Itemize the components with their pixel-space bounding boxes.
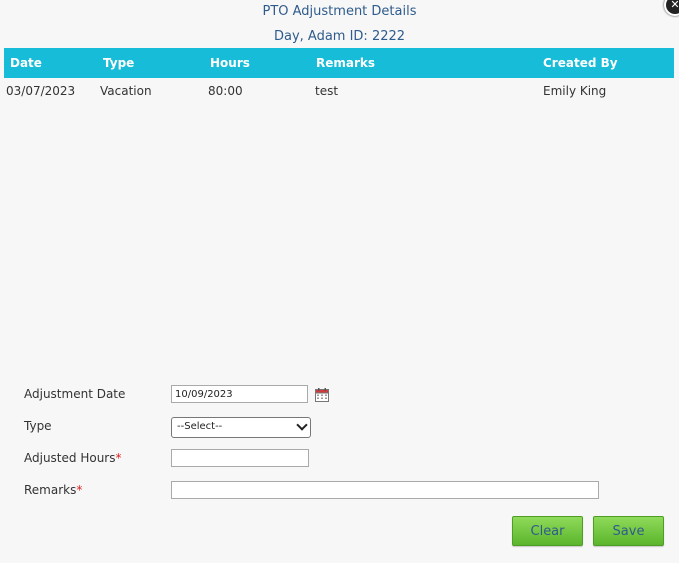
type-select-value: --Select-- [177,421,223,432]
adjustment-date-field[interactable] [171,385,308,403]
required-marker: * [76,483,83,497]
column-header-remarks[interactable]: Remarks [316,56,375,70]
column-header-date[interactable]: Date [10,56,42,70]
adjusted-hours-field[interactable] [171,449,309,467]
cell-hours: 80:00 [208,84,243,98]
dialog-title: PTO Adjustment Details [262,4,417,19]
remarks-label: Remarks* [24,483,82,497]
cell-remarks: test [315,84,339,98]
cell-created-by: Emily King [543,84,607,98]
required-marker: * [115,451,122,465]
save-button[interactable]: Save [593,516,664,546]
adjusted-hours-label: Adjusted Hours* [24,451,121,465]
adjusted-hours-label-text: Adjusted Hours [24,451,116,465]
type-label: Type [24,419,52,433]
employee-subtitle: Day, Adam ID: 2222 [273,29,406,44]
chevron-down-icon [296,419,308,431]
remarks-field[interactable] [171,481,599,499]
table-row[interactable]: 03/07/2023 Vacation 80:00 test Emily Kin… [4,78,674,104]
column-header-hours[interactable]: Hours [210,56,250,70]
remarks-label-text: Remarks [24,483,77,497]
column-header-type[interactable]: Type [103,56,134,70]
column-header-created-by[interactable]: Created By [543,56,618,70]
cell-type: Vacation [100,84,152,98]
adjustment-date-label: Adjustment Date [24,387,126,401]
clear-button[interactable]: Clear [512,516,583,546]
type-select[interactable]: --Select-- [171,417,311,438]
calendar-icon[interactable] [315,388,329,402]
grid-header: Date Type Hours Remarks Created By [4,48,674,78]
cell-date: 03/07/2023 [6,84,76,98]
